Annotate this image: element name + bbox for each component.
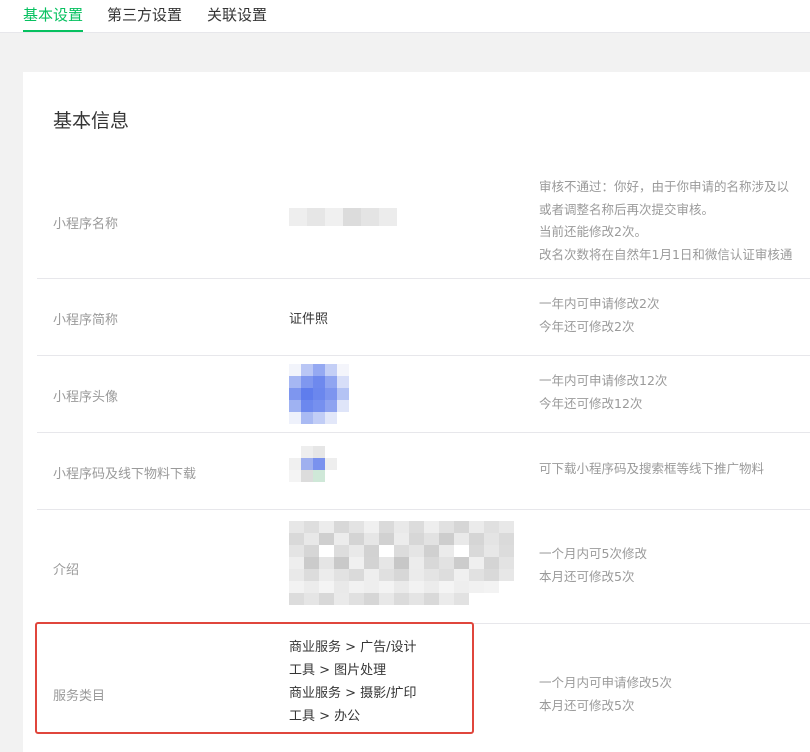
app-avatar-image [289,364,349,424]
service-category-tip-line: 一个月内可申请修改5次 [539,675,672,690]
app-short-name-tips: 一年内可申请修改2次 今年还可修改2次 [539,293,659,338]
tab-related-settings[interactable]: 关联设置 [207,4,267,30]
qrcode-blurred-image [289,446,337,482]
app-qrcode-tip-line: 可下载小程序码及搜索框等线下推广物料 [539,461,765,476]
app-qrcode-image[interactable] [289,446,337,482]
tab-basic-settings[interactable]: 基本设置 [23,4,84,32]
service-category-tip-line: 本月还可修改5次 [539,697,635,713]
app-short-name-label: 小程序简称 [53,313,119,328]
blurred-app-name [289,208,397,226]
app-avatar-label: 小程序头像 [53,390,119,405]
app-name-label: 小程序名称 [53,217,119,232]
row-app-name: 小程序名称 审核不通过：你好，由于你申请的名称涉及以 或者调整名称后再次提交审核… [37,172,810,279]
settings-tab-bar: 基本设置 第三方设置 关联设置 [0,0,810,33]
service-category-tips: 一个月内可申请修改5次 本月还可修改5次 [539,672,672,717]
app-intro-blurred [289,521,514,605]
intro-blurred-text [289,521,514,605]
app-name-value-blurred [289,208,397,226]
service-category-highlight-box [35,622,474,734]
row-app-qrcode: 小程序码及线下物料下载 可下载小程序码及搜索框等线下推广物料 [37,432,810,510]
row-app-avatar: 小程序头像 一年内可申请修改12次 今年还可修改12次 [37,355,810,433]
app-avatar-tips: 一年内可申请修改12次 今年还可修改12次 [539,370,667,415]
row-app-intro: 介绍 一个月内可5次修改 本月还可修改5次 [37,509,810,624]
app-short-name-tip-line: 一年内可申请修改2次 [539,296,660,311]
app-avatar-tip-line: 一年内可申请修改12次 [539,373,668,388]
app-intro-tip-line: 一个月内可5次修改 [539,546,647,561]
app-short-name-value: 证件照 [289,312,329,327]
section-title: 基本信息 [53,110,130,132]
app-name-tip-line: 审核不通过：你好，由于你申请的名称涉及以 [539,179,790,194]
avatar-blurred-image [289,364,349,424]
app-qrcode-label: 小程序码及线下物料下载 [53,467,197,482]
app-intro-label: 介绍 [53,563,80,578]
app-avatar-tip-line: 今年还可修改12次 [539,395,643,411]
app-intro-tips: 一个月内可5次修改 本月还可修改5次 [539,543,647,588]
app-qrcode-tips: 可下载小程序码及搜索框等线下推广物料 [539,458,764,481]
tab-third-party-settings[interactable]: 第三方设置 [107,4,182,30]
app-name-tip-line: 改名次数将在自然年1月1日和微信认证审核通 [539,246,793,262]
row-app-short-name: 小程序简称 证件照 一年内可申请修改2次 今年还可修改2次 [37,278,810,356]
app-name-tips: 审核不通过：你好，由于你申请的名称涉及以 或者调整名称后再次提交审核。 当前还能… [539,176,792,266]
app-intro-tip-line: 本月还可修改5次 [539,568,635,584]
app-name-tip-line: 或者调整名称后再次提交审核。 [539,201,715,217]
app-name-tip-line: 当前还能修改2次。 [539,224,647,239]
app-short-name-tip-line: 今年还可修改2次 [539,318,635,334]
